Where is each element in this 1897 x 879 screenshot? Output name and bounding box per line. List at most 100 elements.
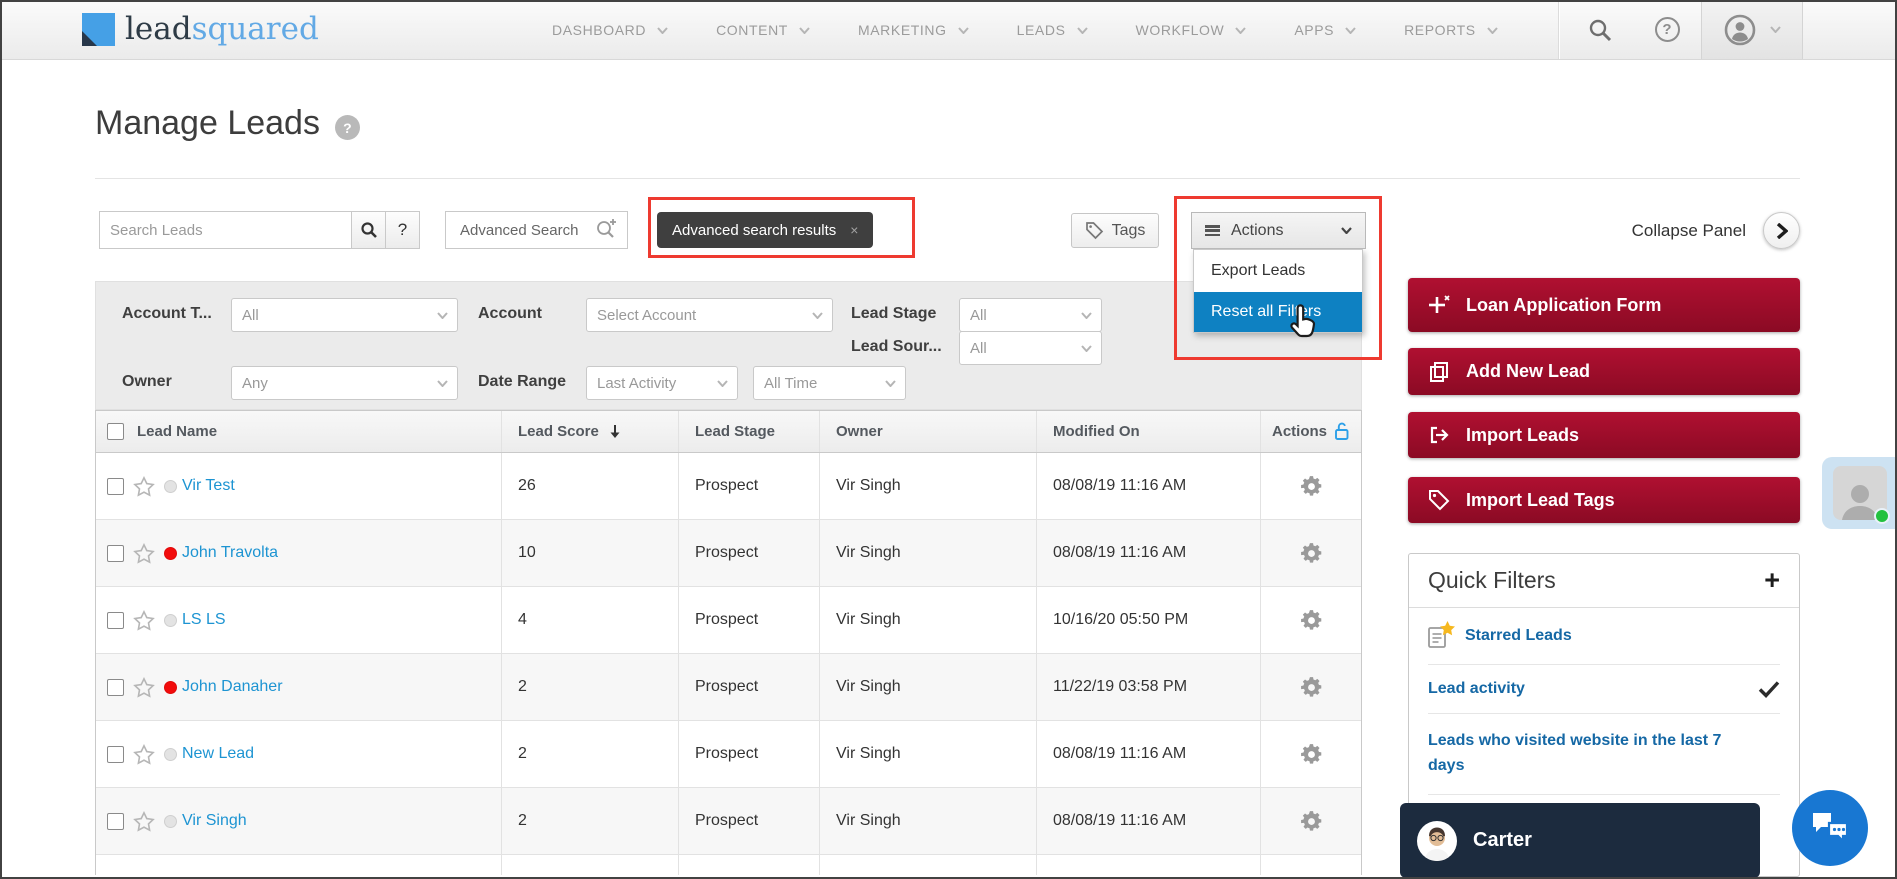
col-lead-stage[interactable]: Lead Stage xyxy=(679,411,820,452)
quick-filter-starred-leads[interactable]: Starred Leads xyxy=(1428,608,1780,665)
add-quick-filter-button[interactable]: + xyxy=(1764,567,1780,594)
gear-icon[interactable] xyxy=(1299,541,1324,566)
add-new-lead-button[interactable]: Add New Lead xyxy=(1408,348,1800,395)
star-icon[interactable] xyxy=(133,542,155,564)
account-value: Select Account xyxy=(597,306,697,324)
nav-item-dashboard[interactable]: DASHBOARD xyxy=(552,22,668,38)
row-checkbox[interactable] xyxy=(107,611,124,629)
loan-application-form-button[interactable]: Loan Application Form xyxy=(1408,278,1800,332)
page-help-icon[interactable]: ? xyxy=(334,115,360,140)
gear-icon[interactable] xyxy=(1299,675,1324,700)
chevron-down-icon xyxy=(437,379,448,387)
actions-dropdown-button[interactable]: Actions xyxy=(1191,212,1366,249)
nav-item-content[interactable]: CONTENT xyxy=(716,22,810,38)
agent-name: Carter xyxy=(1473,829,1532,851)
owner-value: Any xyxy=(242,374,268,392)
leadsquared-logo[interactable]: leadsquared xyxy=(82,13,319,46)
nav-item-leads[interactable]: LEADS xyxy=(1017,22,1088,38)
row-checkbox[interactable] xyxy=(107,812,124,830)
chevron-down-icon xyxy=(1081,344,1092,352)
table-row[interactable]: New Lead 2 Prospect Vir Singh 08/08/19 1… xyxy=(96,721,1361,788)
lead-status-dot xyxy=(164,479,177,493)
col-owner[interactable]: Owner xyxy=(820,411,1037,452)
col-actions[interactable]: Actions xyxy=(1261,411,1361,452)
star-icon[interactable] xyxy=(133,609,155,631)
row-checkbox[interactable] xyxy=(107,544,124,562)
chat-agent-bar[interactable]: Carter xyxy=(1400,803,1760,878)
gear-icon[interactable] xyxy=(1299,608,1324,633)
lead-name-link[interactable]: John Danaher xyxy=(182,678,283,696)
lead-stage-label: Lead Stage xyxy=(851,305,937,322)
owner-cell: Vir Singh xyxy=(820,721,1037,787)
row-checkbox[interactable] xyxy=(107,678,124,696)
import-leads-button[interactable]: Import Leads xyxy=(1408,412,1800,458)
star-icon[interactable] xyxy=(133,676,155,698)
chevron-down-icon xyxy=(1235,26,1247,34)
advanced-search-label: Advanced Search xyxy=(460,221,579,239)
nav-item-reports[interactable]: REPORTS xyxy=(1404,22,1498,38)
close-icon[interactable]: × xyxy=(850,222,858,238)
select-all-checkbox[interactable] xyxy=(107,423,124,440)
star-icon[interactable] xyxy=(133,743,155,765)
search-submit-button[interactable] xyxy=(351,211,386,249)
search-help-button[interactable]: ? xyxy=(385,211,420,249)
import-lead-tags-button[interactable]: Import Lead Tags xyxy=(1408,477,1800,523)
lead-name-link[interactable]: LS LS xyxy=(182,611,226,629)
global-search-button[interactable] xyxy=(1575,0,1625,59)
quick-filter-lead-activity[interactable]: Lead activity xyxy=(1428,665,1780,714)
date-range-type-select[interactable]: Last Activity xyxy=(586,366,738,400)
table-row[interactable]: Vir Test 26 Prospect Vir Singh 08/08/19 … xyxy=(96,453,1361,520)
lead-name-link[interactable]: John Travolta xyxy=(182,544,278,562)
search-input[interactable] xyxy=(99,211,352,249)
table-row[interactable]: John Danaher 2 Prospect Vir Singh 11/22/… xyxy=(96,654,1361,721)
col-lead-name[interactable]: Lead Name xyxy=(137,423,217,440)
tags-button[interactable]: Tags xyxy=(1071,213,1159,248)
chat-bubble-button[interactable] xyxy=(1792,790,1868,866)
lead-stage-select[interactable]: All xyxy=(959,298,1102,332)
advanced-search-button[interactable]: Advanced Search xyxy=(445,211,628,249)
chevron-down-icon xyxy=(1341,227,1352,234)
row-checkbox[interactable] xyxy=(107,477,124,495)
table-row[interactable]: Vir Singh 2 Prospect Vir Singh 08/08/19 … xyxy=(96,788,1361,855)
table-row[interactable]: LS LS 4 Prospect Vir Singh 10/16/20 05:5… xyxy=(96,587,1361,654)
lead-name-link[interactable]: Vir Singh xyxy=(182,812,247,830)
user-icon xyxy=(1724,14,1755,45)
date-range-period-select[interactable]: All Time xyxy=(753,366,906,400)
lead-source-select[interactable]: All xyxy=(959,331,1102,365)
user-menu[interactable] xyxy=(1701,0,1803,59)
star-icon[interactable] xyxy=(133,475,155,497)
collapse-panel-button[interactable] xyxy=(1763,212,1800,249)
col-modified-on[interactable]: Modified On xyxy=(1037,411,1261,452)
leads-table: Lead Name Lead Score Lead Stage Owner Mo… xyxy=(95,410,1362,875)
advanced-search-results-chip[interactable]: Advanced search results × xyxy=(657,212,874,248)
quick-filter-visited-website[interactable]: Leads who visited website in the last 7 … xyxy=(1428,714,1780,795)
menu-item-reset-all-filters[interactable]: Reset all Filters xyxy=(1194,292,1362,332)
help-button[interactable]: ? xyxy=(1642,0,1692,59)
lead-status-dot xyxy=(164,814,177,828)
account-type-select[interactable]: All xyxy=(231,298,458,332)
gear-icon[interactable] xyxy=(1299,474,1324,499)
feedback-avatar-widget[interactable] xyxy=(1822,457,1897,529)
owner-select[interactable]: Any xyxy=(231,366,458,400)
lead-name-link[interactable]: Vir Test xyxy=(182,477,235,495)
nav-item-apps[interactable]: APPS xyxy=(1294,22,1356,38)
gear-icon[interactable] xyxy=(1299,742,1324,767)
row-checkbox[interactable] xyxy=(107,745,124,763)
owner-cell: Vir Singh xyxy=(820,520,1037,586)
starred-document-icon xyxy=(1428,621,1455,649)
owner-cell: Vir Singh xyxy=(820,453,1037,519)
lead-search-group: ? xyxy=(99,211,420,249)
gear-icon[interactable] xyxy=(1299,809,1324,834)
nav-item-marketing[interactable]: MARKETING xyxy=(858,22,969,38)
lead-name-link[interactable]: New Lead xyxy=(182,745,254,763)
menu-item-export-leads[interactable]: Export Leads xyxy=(1194,250,1362,292)
nav-item-workflow[interactable]: WORKFLOW xyxy=(1136,22,1247,38)
account-select[interactable]: Select Account xyxy=(586,298,833,332)
modified-on-cell: 11/22/19 03:58 PM xyxy=(1037,654,1261,720)
table-row[interactable]: John Travolta 10 Prospect Vir Singh 08/0… xyxy=(96,520,1361,587)
date-range-label: Date Range xyxy=(478,373,567,390)
star-icon[interactable] xyxy=(133,810,155,832)
lead-stage-value: All xyxy=(970,306,987,324)
lead-stage-cell: Prospect xyxy=(679,587,820,653)
col-lead-score[interactable]: Lead Score xyxy=(502,411,679,452)
